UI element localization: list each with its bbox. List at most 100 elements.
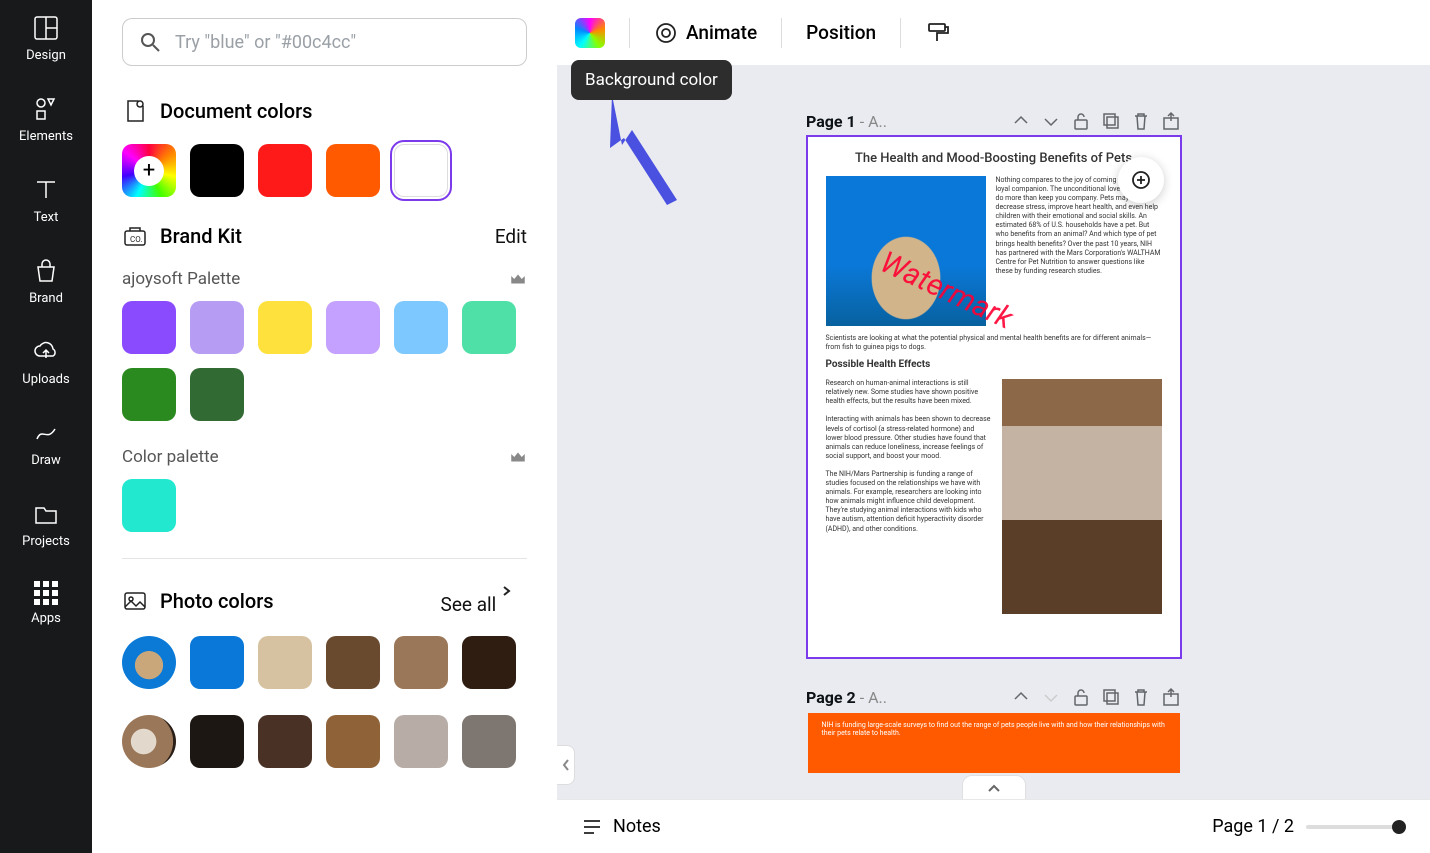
color-swatch[interactable]	[326, 144, 380, 197]
chevron-right-icon	[501, 585, 527, 611]
page-1[interactable]: The Health and Mood-Boosting Benefits of…	[808, 137, 1180, 657]
color-swatch[interactable]	[326, 715, 380, 768]
animate-icon	[654, 21, 678, 45]
color-palette-label: Color palette	[122, 447, 219, 467]
color-swatch[interactable]	[326, 636, 380, 689]
color-swatch[interactable]	[190, 715, 244, 768]
photo-colors-header: Photo colors See all	[122, 585, 527, 616]
crown-icon	[509, 448, 527, 466]
lock-icon[interactable]	[1071, 111, 1091, 131]
brand-kit-icon: CO.	[122, 223, 148, 249]
color-swatch[interactable]	[258, 144, 312, 197]
page-2-label: Page 2 - A..	[806, 688, 887, 707]
crown-icon	[509, 270, 527, 288]
search-input[interactable]	[175, 32, 510, 53]
shapes-icon	[32, 95, 60, 123]
search-icon	[139, 31, 161, 53]
color-swatch[interactable]	[258, 715, 312, 768]
trash-icon[interactable]	[1131, 687, 1151, 707]
notes-button[interactable]: Notes	[581, 816, 661, 838]
duplicate-icon[interactable]	[1101, 687, 1121, 707]
photo-thumb[interactable]	[122, 715, 176, 768]
brand-kit-header: CO. Brand Kit Edit	[122, 223, 527, 249]
cloud-upload-icon	[32, 338, 60, 366]
collapse-panel-handle[interactable]	[557, 745, 575, 785]
add-element-fab[interactable]	[1118, 157, 1164, 203]
color-swatch[interactable]	[462, 715, 516, 768]
photo-colors-row-1	[122, 636, 527, 689]
layout-icon	[32, 14, 60, 42]
background-color-button[interactable]	[575, 18, 605, 48]
nav-uploads[interactable]: Uploads	[22, 338, 69, 387]
color-swatch[interactable]	[258, 301, 312, 354]
photo-icon	[122, 588, 148, 614]
duplicate-icon[interactable]	[1101, 111, 1121, 131]
animate-button[interactable]: Animate	[654, 21, 757, 45]
nav-brand[interactable]: Brand	[29, 257, 63, 306]
nav-draw[interactable]: Draw	[31, 419, 61, 468]
page-indicator: Page 1 / 2	[1212, 816, 1294, 837]
lock-icon[interactable]	[1071, 687, 1091, 707]
zoom-slider[interactable]	[1306, 825, 1406, 829]
color-swatch[interactable]	[190, 301, 244, 354]
nav-text[interactable]: Text	[32, 176, 60, 225]
photo-colors-row-2	[122, 715, 527, 768]
palette-swatches	[122, 479, 527, 532]
color-swatch[interactable]	[258, 636, 312, 689]
color-swatch[interactable]	[394, 636, 448, 689]
chevron-up-icon[interactable]	[1011, 687, 1031, 707]
svg-text:CO.: CO.	[130, 235, 142, 244]
color-swatch-selected[interactable]	[394, 144, 448, 197]
export-icon[interactable]	[1161, 111, 1181, 131]
color-swatch[interactable]	[122, 301, 176, 354]
chevron-up-icon	[987, 783, 1001, 793]
page-2-header: Page 2 - A..	[806, 687, 1181, 707]
nav-projects[interactable]: Projects	[22, 500, 70, 549]
zoom-thumb[interactable]	[1392, 820, 1406, 834]
color-swatch[interactable]	[122, 479, 176, 532]
color-swatch[interactable]	[462, 301, 516, 354]
color-swatch[interactable]	[190, 368, 244, 421]
doc-para2: Scientists are looking at what the poten…	[826, 334, 1162, 352]
nav-apps[interactable]: Apps	[31, 581, 61, 626]
color-swatch[interactable]	[326, 301, 380, 354]
nav-elements[interactable]: Elements	[19, 95, 73, 144]
notes-icon	[581, 816, 603, 838]
position-button[interactable]: Position	[806, 21, 876, 44]
chevron-down-icon[interactable]	[1041, 687, 1061, 707]
color-search[interactable]	[122, 18, 527, 66]
canvas-area: Animate Position Background color Page 1…	[557, 0, 1430, 853]
nav-design[interactable]: Design	[26, 14, 66, 63]
color-swatch[interactable]	[394, 301, 448, 354]
color-swatch[interactable]	[190, 144, 244, 197]
side-nav: Design Elements Text Brand Uploads Draw …	[0, 0, 92, 853]
palette-name: ajoysoft Palette	[122, 269, 240, 289]
color-swatch[interactable]	[462, 636, 516, 689]
draw-icon	[32, 419, 60, 447]
document-colors-header: Document colors	[122, 98, 527, 124]
dog-image	[1002, 379, 1162, 614]
expand-pages-tab[interactable]	[962, 775, 1026, 799]
format-painter-button[interactable]	[925, 21, 949, 45]
see-all-link[interactable]: See all	[441, 585, 527, 616]
document-icon	[122, 98, 148, 124]
chevron-up-icon[interactable]	[1011, 111, 1031, 131]
add-color-swatch[interactable]: +	[122, 144, 176, 197]
chevron-down-icon[interactable]	[1041, 111, 1061, 131]
export-icon[interactable]	[1161, 687, 1181, 707]
cat-image	[826, 176, 986, 326]
brand-kit-edit[interactable]: Edit	[495, 225, 527, 248]
page-1-label: Page 1 - A..	[806, 112, 887, 131]
color-swatch[interactable]	[394, 715, 448, 768]
sparkle-plus-icon	[1130, 169, 1152, 191]
color-swatch[interactable]	[190, 636, 244, 689]
document-color-swatches: +	[122, 144, 527, 197]
page-1-header: Page 1 - A..	[806, 111, 1181, 131]
top-toolbar: Animate Position	[557, 0, 1430, 65]
separator	[781, 18, 782, 48]
page-2[interactable]: NIH is funding large-scale surveys to fi…	[808, 713, 1180, 773]
text-icon	[32, 176, 60, 204]
photo-thumb[interactable]	[122, 636, 176, 689]
trash-icon[interactable]	[1131, 111, 1151, 131]
color-swatch[interactable]	[122, 368, 176, 421]
